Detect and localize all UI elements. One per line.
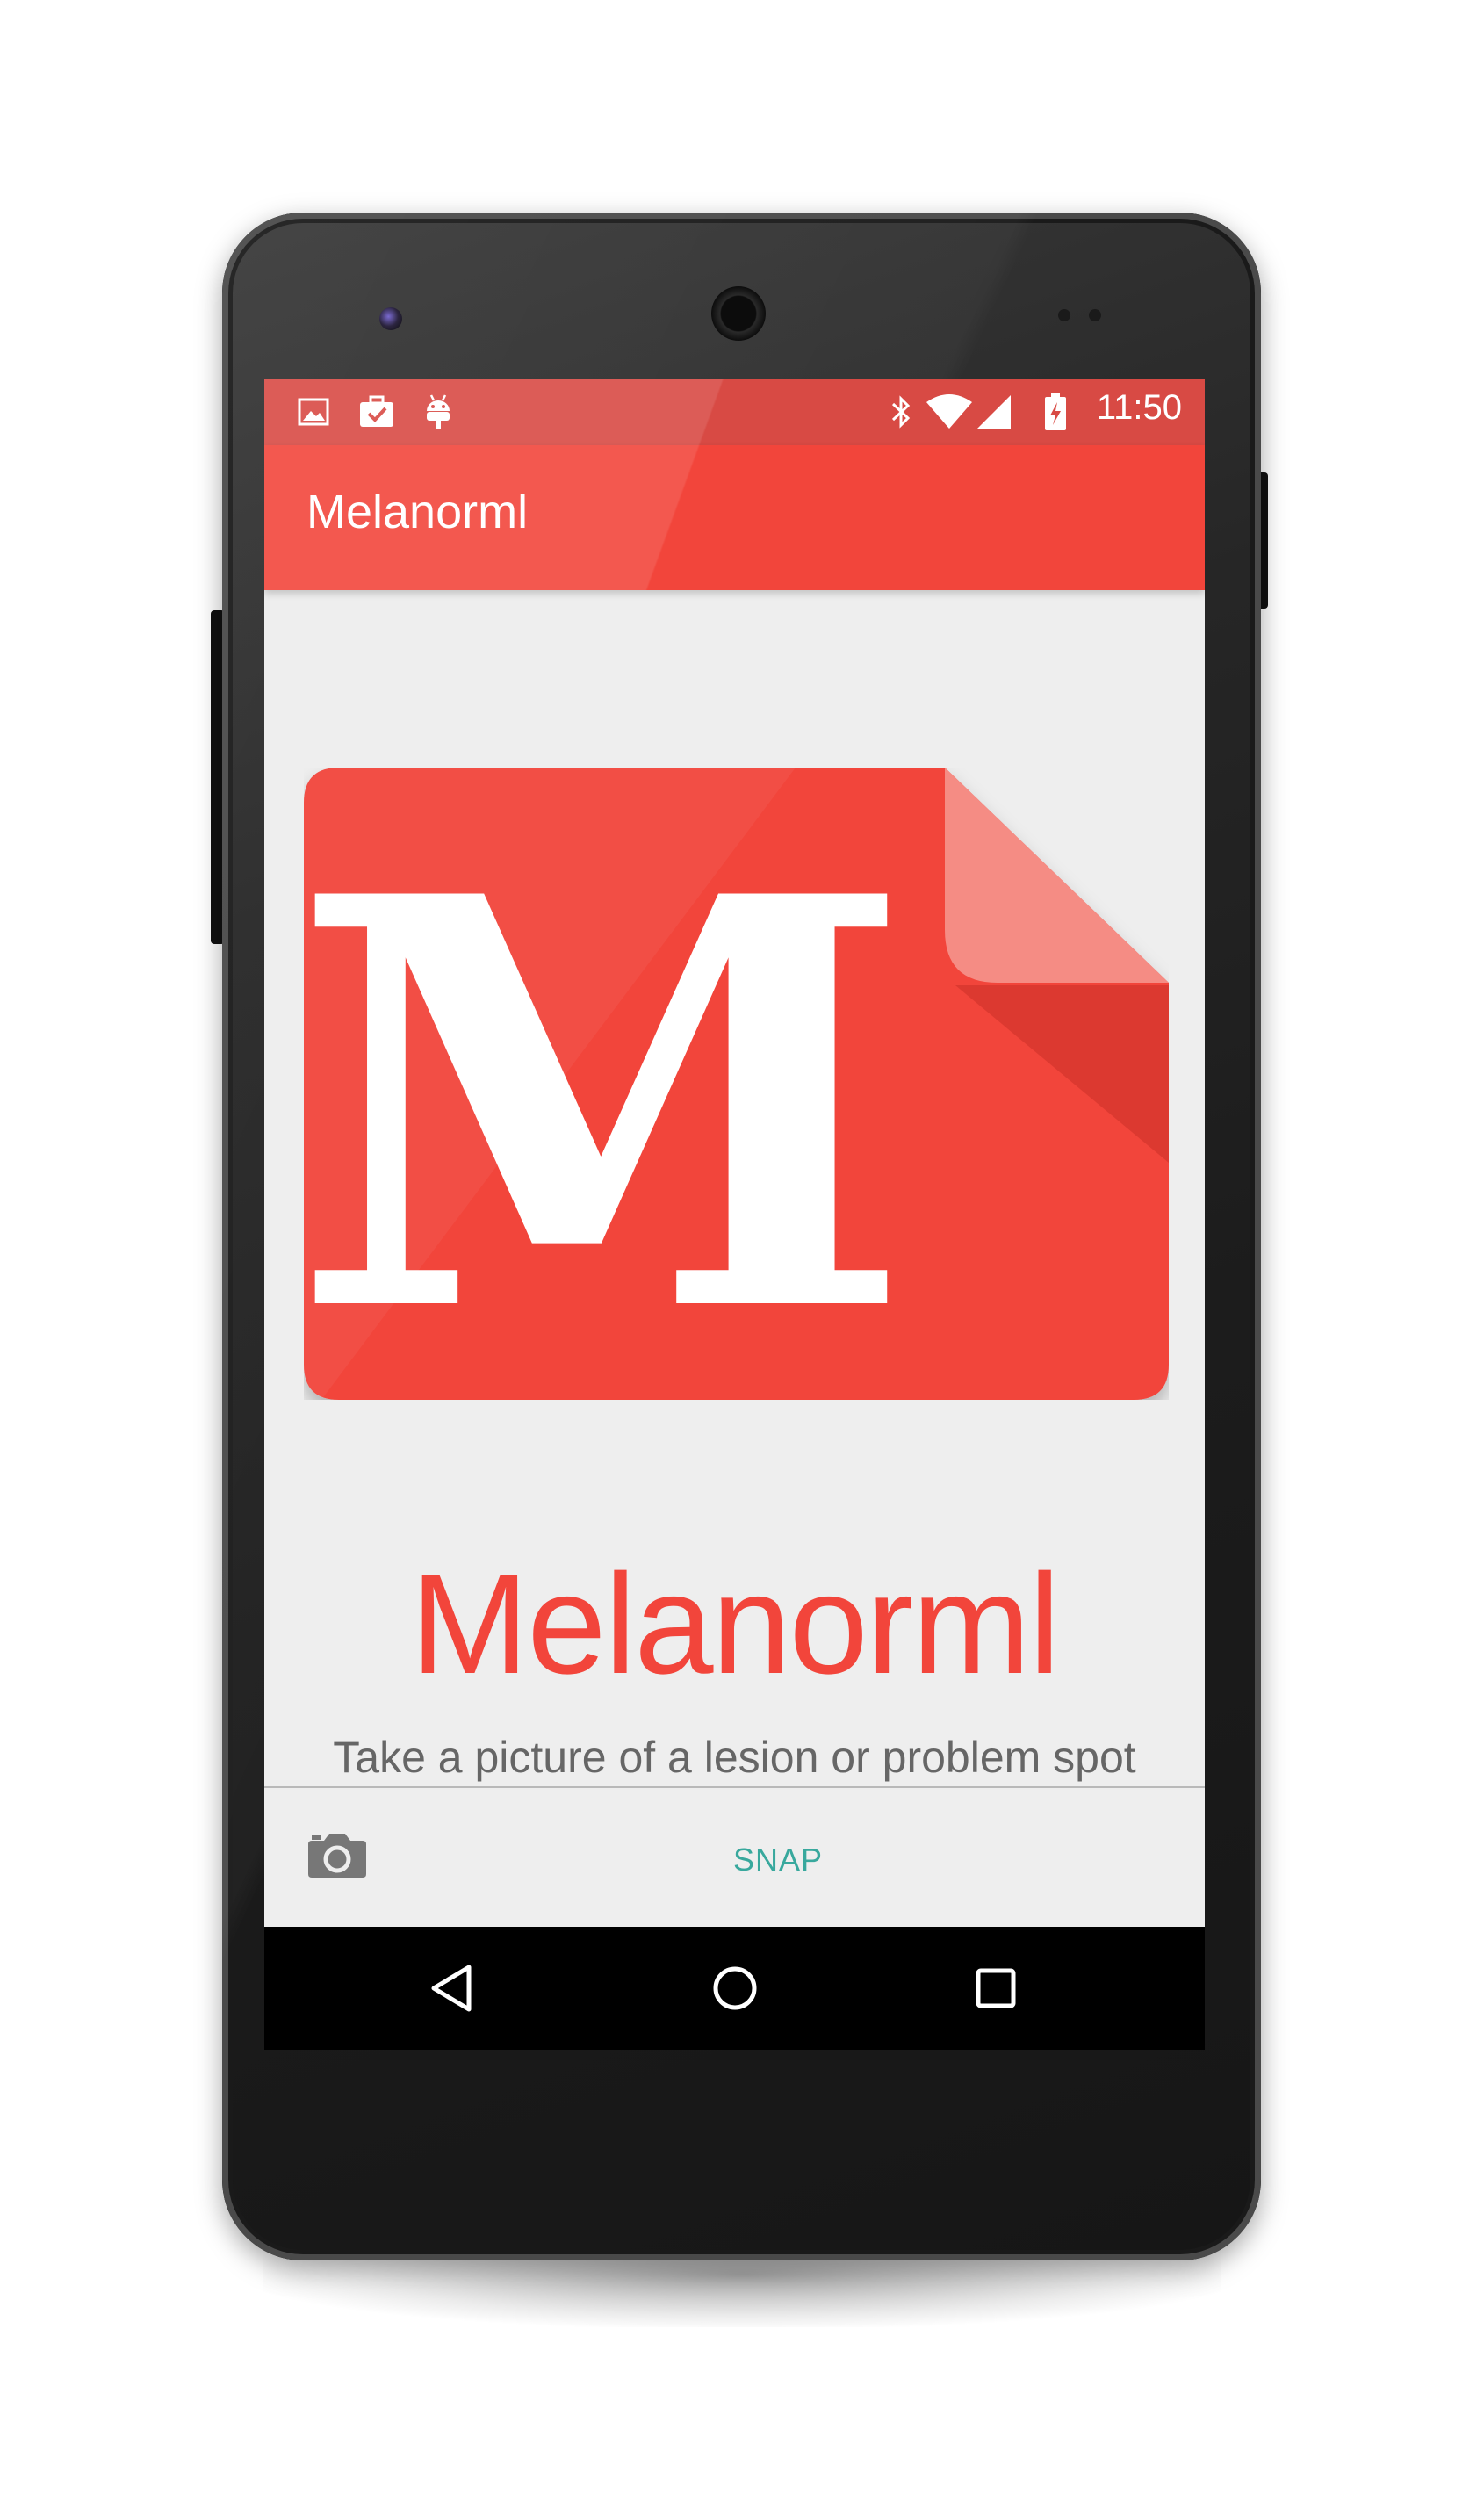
navigation-bar (264, 1927, 1205, 2050)
device-mockup: 11:50 Melanorml M Melanorml Take a pictu… (0, 0, 1484, 2509)
app-logo: M (304, 768, 1169, 1400)
snap-button[interactable]: SNAP (703, 1835, 853, 1885)
back-icon[interactable] (418, 1953, 488, 2023)
status-bar: 11:50 (264, 379, 1205, 445)
cell-signal-icon (977, 395, 1011, 429)
wifi-icon (926, 394, 972, 429)
recents-icon[interactable] (961, 1953, 1031, 2023)
proximity-sensor (1058, 309, 1070, 321)
camera-icon[interactable] (306, 1830, 368, 1879)
app-title: Melanorml (306, 486, 529, 538)
front-camera (379, 307, 402, 330)
briefcase-check-icon (360, 395, 393, 427)
divider (264, 1786, 1205, 1788)
home-icon[interactable] (700, 1953, 770, 2023)
image-icon (298, 398, 329, 426)
brand-name: Melanorml (410, 1545, 1060, 1704)
battery-charging-icon (1045, 393, 1066, 430)
earpiece-speaker (711, 286, 766, 341)
logo-letter: M (304, 775, 913, 1400)
android-icon (427, 394, 450, 429)
status-time: 11:50 (1096, 388, 1182, 427)
subtitle: Take a picture of a lesion or problem sp… (333, 1733, 1136, 1782)
light-sensor (1089, 309, 1101, 321)
phone-screen: 11:50 Melanorml M Melanorml Take a pictu… (264, 379, 1205, 2050)
bluetooth-icon (891, 395, 911, 429)
